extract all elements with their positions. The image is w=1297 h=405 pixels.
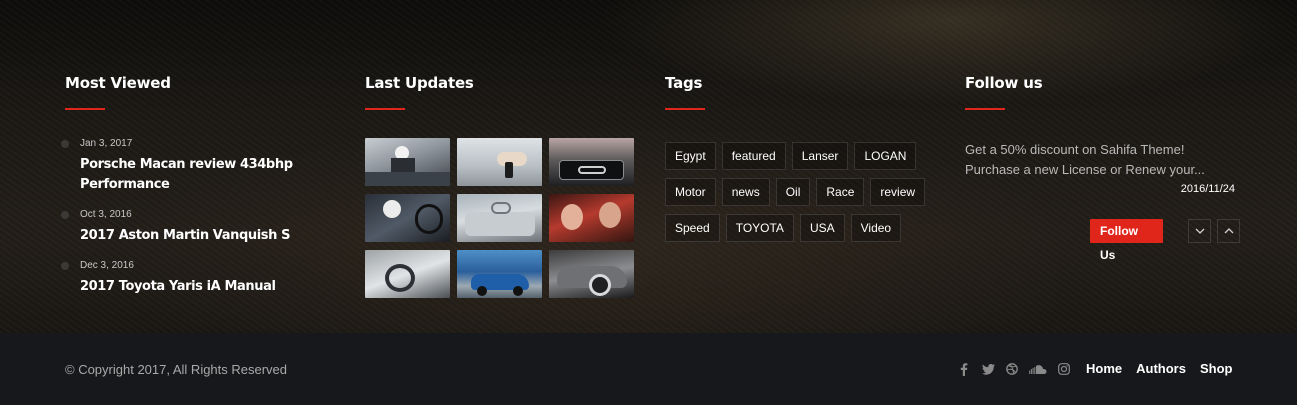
post-thumbnail[interactable] — [549, 250, 634, 298]
tag-link[interactable]: TOYOTA — [725, 214, 794, 242]
post-title-link[interactable]: Porsche Macan review 434bhp Performance — [80, 155, 310, 195]
title-underline — [965, 108, 1005, 110]
nav-link-authors[interactable]: Authors — [1136, 361, 1186, 376]
instagram-icon[interactable] — [1057, 362, 1071, 376]
post-title-link[interactable]: 2017 Aston Martin Vanquish S — [80, 226, 315, 246]
bullet-icon — [61, 211, 69, 219]
tag-link[interactable]: Race — [816, 178, 865, 206]
tags-title: Tags — [665, 74, 703, 92]
dribbble-icon[interactable] — [1005, 362, 1019, 376]
chevron-down-icon — [1195, 228, 1205, 234]
tag-link[interactable]: LOGAN — [854, 142, 917, 170]
title-underline — [65, 108, 105, 110]
list-item[interactable]: Oct 3, 2016 2017 Aston Martin Vanquish S — [61, 209, 315, 246]
last-updates-title: Last Updates — [365, 74, 474, 92]
tag-link[interactable]: USA — [799, 214, 845, 242]
most-viewed-widget: Most Viewed Jan 3, 2017 Porsche Macan re… — [61, 74, 315, 311]
tag-link[interactable]: Video — [850, 214, 902, 242]
most-viewed-title: Most Viewed — [65, 74, 171, 92]
post-thumbnail[interactable] — [457, 138, 542, 186]
post-thumbnail[interactable] — [457, 250, 542, 298]
post-date: Dec 3, 2016 — [80, 260, 134, 271]
follow-widget: Follow us Get a 50% discount on Sahifa T… — [965, 74, 1241, 262]
tag-link[interactable]: Egypt — [665, 142, 716, 170]
bullet-icon — [61, 140, 69, 148]
twitter-icon[interactable] — [981, 362, 995, 376]
post-thumbnail[interactable] — [549, 138, 634, 186]
tag-link[interactable]: news — [721, 178, 770, 206]
title-underline — [665, 108, 705, 110]
post-thumbnail[interactable] — [457, 194, 542, 242]
social-icons — [957, 362, 1071, 376]
title-underline — [365, 108, 405, 110]
list-item[interactable]: Dec 3, 2016 2017 Toyota Yaris iA Manual — [61, 260, 315, 297]
follow-us-button[interactable]: Follow Us — [1090, 219, 1164, 262]
nav-link-home[interactable]: Home — [1086, 361, 1122, 376]
chevron-up-icon — [1224, 228, 1234, 234]
tag-link[interactable]: Speed — [665, 214, 720, 242]
copyright-text: © Copyright 2017, All Rights Reserved — [65, 362, 288, 377]
tags-widget: Tags Egypt featured Lanser LOGAN Motor n… — [665, 74, 945, 242]
post-thumbnail[interactable] — [365, 194, 450, 242]
promo-date: 2016/11/24 — [1180, 183, 1235, 195]
post-thumbnail[interactable] — [365, 138, 450, 186]
bullet-icon — [61, 262, 69, 270]
tag-cloud: Egypt featured Lanser LOGAN Motor news O… — [665, 142, 940, 242]
tag-link[interactable]: review — [870, 178, 926, 206]
post-title-link[interactable]: 2017 Toyota Yaris iA Manual — [80, 277, 315, 297]
nav-link-shop[interactable]: Shop — [1200, 361, 1233, 376]
soundcloud-icon[interactable] — [1029, 362, 1047, 376]
footer-widgets: Most Viewed Jan 3, 2017 Porsche Macan re… — [0, 0, 1297, 333]
promo-text: Get a 50% discount on Sahifa Theme! Purc… — [965, 142, 1205, 177]
follow-controls: Follow Us — [1090, 219, 1241, 262]
most-viewed-list: Jan 3, 2017 Porsche Macan review 434bhp … — [61, 138, 315, 297]
tag-link[interactable]: featured — [721, 142, 786, 170]
follow-title: Follow us — [965, 74, 1043, 92]
next-button[interactable] — [1188, 219, 1212, 243]
tag-link[interactable]: Motor — [665, 178, 716, 206]
tag-link[interactable]: Lanser — [791, 142, 849, 170]
post-date: Oct 3, 2016 — [80, 209, 132, 220]
prev-button[interactable] — [1217, 219, 1241, 243]
last-updates-widget: Last Updates — [365, 74, 635, 298]
list-item[interactable]: Jan 3, 2017 Porsche Macan review 434bhp … — [61, 138, 315, 195]
post-thumbnail[interactable] — [365, 250, 450, 298]
post-date: Jan 3, 2017 — [80, 138, 133, 149]
footer-bottom-bar: © Copyright 2017, All Rights Reserved Ho… — [0, 333, 1297, 405]
thumbnail-grid — [365, 138, 635, 298]
tag-link[interactable]: Oil — [775, 178, 811, 206]
footer-nav: Home Authors Shop — [1086, 361, 1232, 376]
post-thumbnail[interactable] — [549, 194, 634, 242]
facebook-icon[interactable] — [957, 362, 971, 376]
